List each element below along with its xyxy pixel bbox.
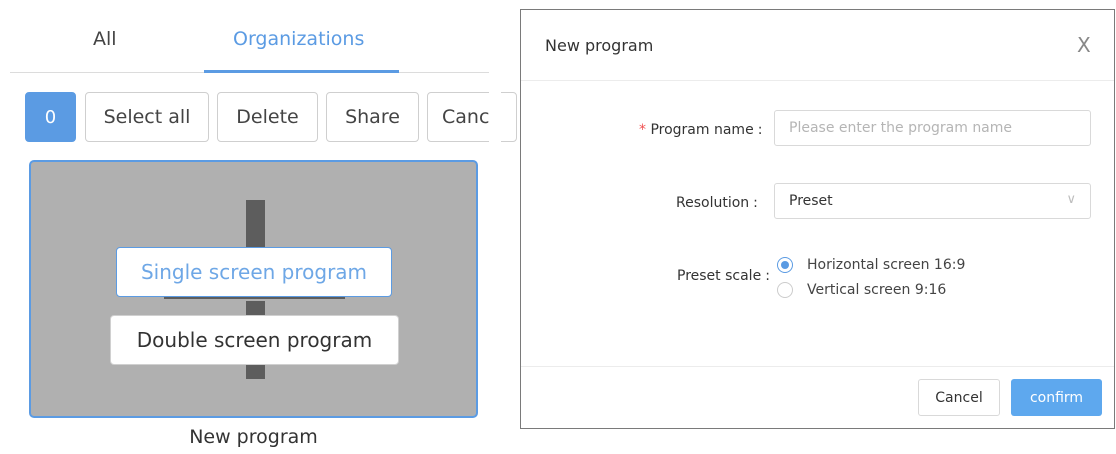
resolution-value: Preset (789, 193, 833, 209)
tab-all[interactable]: All (93, 28, 117, 50)
required-mark: * (639, 122, 646, 138)
layout-bar-icon (246, 200, 265, 247)
preset-scale-label-text: Preset scale (677, 268, 762, 284)
cancel-button[interactable]: Cancel (918, 379, 1000, 416)
program-name-label-text: Program name (650, 122, 754, 138)
program-name-label: * Program name: (639, 122, 762, 138)
dialog-title: New program (545, 36, 654, 55)
card-caption: New program (189, 426, 318, 448)
dialog-footer-divider (521, 366, 1114, 367)
confirm-button[interactable]: confirm (1011, 379, 1102, 416)
label-colon: : (757, 122, 763, 138)
select-all-button[interactable]: Select all (85, 92, 209, 142)
chevron-down-icon: ∨ (1066, 192, 1076, 207)
label-colon: : (753, 195, 758, 211)
share-button[interactable]: Share (326, 92, 419, 142)
close-icon[interactable]: X (1077, 33, 1091, 57)
radio-selected-icon[interactable] (777, 257, 793, 273)
resolution-label: Resolution: (676, 195, 758, 211)
cancel-selection-button[interactable]: Canc (427, 92, 517, 142)
double-screen-program-button[interactable]: Double screen program (110, 315, 399, 365)
new-program-dialog: New program X * Program name: Resolution… (520, 9, 1115, 429)
single-screen-program-button[interactable]: Single screen program (116, 247, 392, 297)
label-colon: : (765, 268, 770, 284)
active-tab-indicator (204, 70, 399, 73)
tab-organizations[interactable]: Organizations (233, 28, 364, 50)
program-list-panel: All Organizations 0 Select all Delete Sh… (0, 0, 517, 454)
scale-option-vertical[interactable]: Vertical screen 9:16 (777, 282, 946, 298)
scale-option-horizontal[interactable]: Horizontal screen 16:9 (777, 257, 965, 273)
resolution-select[interactable]: Preset ∨ (774, 183, 1091, 219)
dialog-header: New program X (521, 10, 1114, 81)
resolution-label-text: Resolution (676, 195, 750, 211)
new-program-card[interactable]: Single screen program Double screen prog… (29, 160, 478, 418)
scale-option-label: Horizontal screen 16:9 (807, 257, 966, 273)
delete-button[interactable]: Delete (217, 92, 318, 142)
panel-clip-edge (489, 0, 501, 454)
radio-unselected-icon[interactable] (777, 282, 793, 298)
scale-option-label: Vertical screen 9:16 (807, 282, 947, 298)
program-name-input[interactable] (774, 110, 1091, 146)
preset-scale-label: Preset scale: (677, 268, 770, 284)
selected-count-badge[interactable]: 0 (25, 92, 76, 142)
